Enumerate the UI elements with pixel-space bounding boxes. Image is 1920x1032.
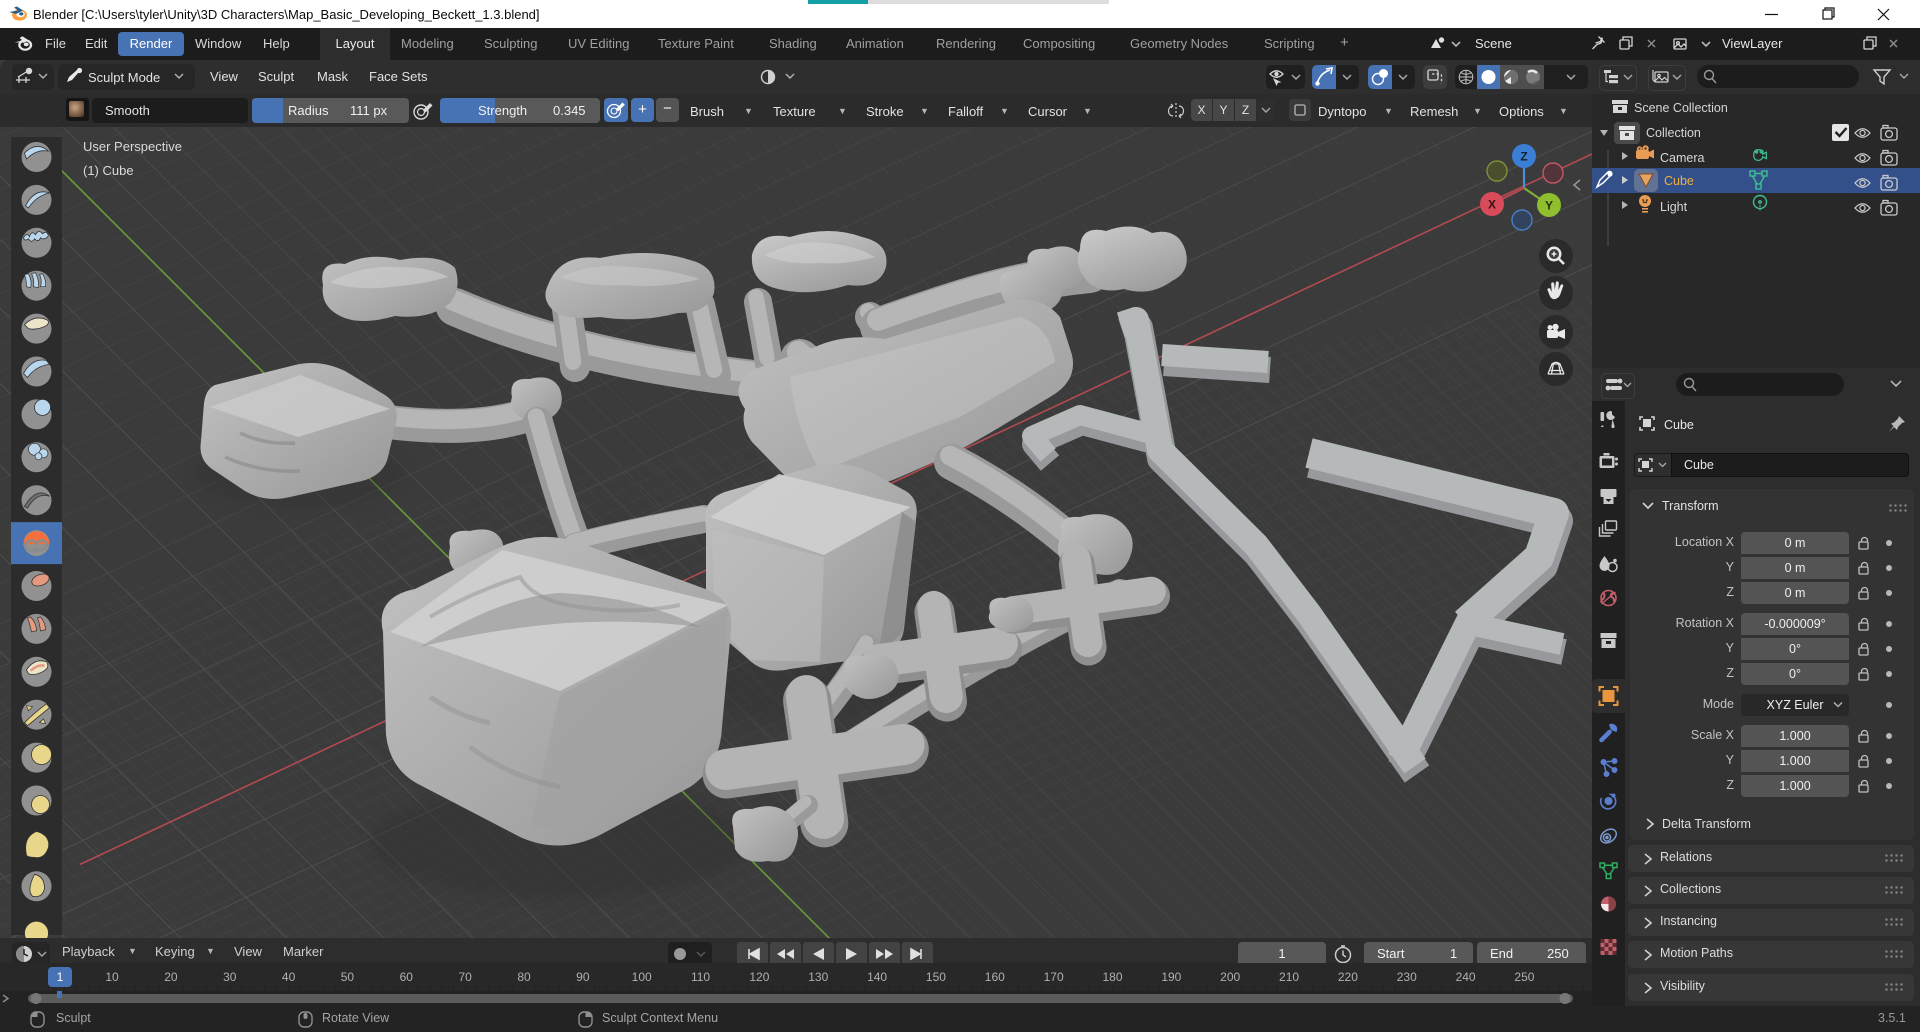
- svg-text:(1) Cube: (1) Cube: [83, 163, 134, 178]
- svg-text:Light: Light: [1660, 200, 1688, 214]
- svg-text:Cube: Cube: [1664, 174, 1694, 188]
- svg-text:Camera: Camera: [1660, 151, 1705, 165]
- svg-text:User Perspective: User Perspective: [83, 139, 182, 154]
- svg-text:Y: Y: [1545, 199, 1553, 213]
- svg-text:Scene Collection: Scene Collection: [1634, 101, 1728, 115]
- svg-text:X: X: [1488, 198, 1496, 212]
- svg-text:Collection: Collection: [1646, 126, 1701, 140]
- svg-text:Z: Z: [1520, 150, 1527, 164]
